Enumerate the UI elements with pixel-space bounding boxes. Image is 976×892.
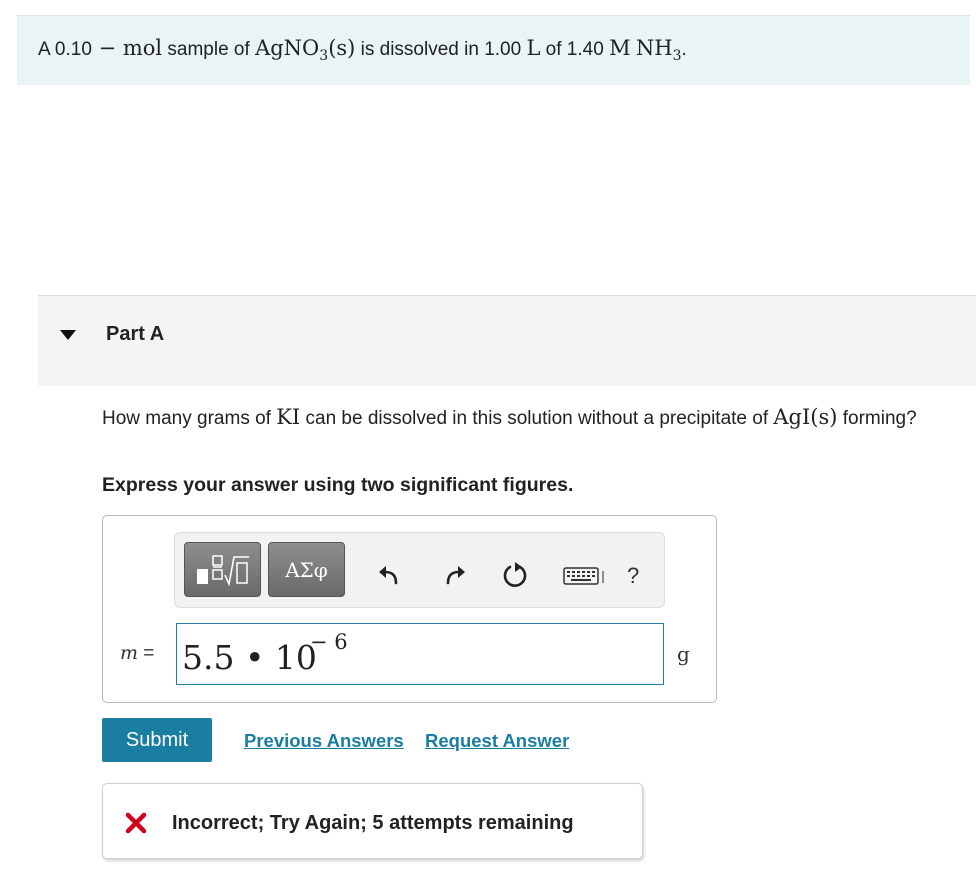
formula-subscript: 3 bbox=[319, 48, 329, 65]
x-icon bbox=[125, 812, 147, 834]
math-toolbar: ΑΣφ ? bbox=[174, 532, 665, 608]
question-after: forming? bbox=[837, 408, 917, 429]
feedback-message: Incorrect; Try Again; 5 attempts remaini… bbox=[102, 783, 643, 859]
problem-statement: A 0.10 − mol sample of AgNO3(s) is disso… bbox=[17, 15, 970, 85]
part-a-header[interactable]: Part A bbox=[38, 295, 976, 386]
previous-answers-link[interactable]: Previous Answers bbox=[244, 730, 404, 752]
instruction-text: Express your answer using two significan… bbox=[102, 474, 574, 496]
formula-state: (s) bbox=[328, 36, 356, 60]
silver-nitrate-formula: AgNO3(s) bbox=[255, 36, 356, 64]
keyboard-icon[interactable] bbox=[563, 566, 605, 586]
ammonia-main: NH bbox=[635, 36, 673, 60]
formula-main: AgNO bbox=[255, 36, 320, 60]
collapse-triangle-icon[interactable] bbox=[60, 330, 76, 340]
dissolved-text: is dissolved in 1.00 bbox=[355, 39, 527, 60]
variable-symbol: m bbox=[120, 642, 139, 664]
ammonia-subscript: 3 bbox=[672, 48, 682, 65]
submit-button[interactable]: Submit bbox=[102, 718, 212, 762]
greek-symbols-button[interactable]: ΑΣφ bbox=[268, 542, 345, 597]
liter-unit: L bbox=[526, 36, 541, 60]
undo-icon[interactable] bbox=[376, 561, 404, 589]
question-middle: can be dissolved in this solution withou… bbox=[300, 408, 774, 429]
feedback-text: Incorrect; Try Again; 5 attempts remaini… bbox=[172, 812, 574, 834]
equals-sign: = bbox=[138, 643, 155, 664]
help-button[interactable]: ? bbox=[627, 563, 647, 591]
question-before: How many grams of bbox=[102, 408, 277, 429]
dash-text: − bbox=[91, 36, 123, 60]
of-text: of 1.40 bbox=[540, 39, 610, 60]
request-answer-link[interactable]: Request Answer bbox=[425, 730, 569, 752]
period-text: . bbox=[681, 39, 687, 60]
molar-unit: M bbox=[609, 36, 631, 60]
templates-icon bbox=[196, 554, 249, 587]
mol-unit: mol bbox=[122, 36, 163, 60]
answer-variable-label: m = bbox=[120, 642, 154, 665]
ki-formula: KI bbox=[276, 405, 301, 429]
part-title: Part A bbox=[106, 323, 165, 345]
answer-exponent: − 6 bbox=[310, 630, 348, 654]
question-text: How many grams of KI can be dissolved in… bbox=[102, 404, 942, 432]
sample-of-text: sample of bbox=[162, 39, 256, 60]
redo-icon[interactable] bbox=[440, 561, 468, 589]
reset-icon[interactable] bbox=[501, 561, 529, 589]
answer-mantissa: 5.5 • 10 bbox=[182, 638, 317, 677]
amount-text: A 0.10 bbox=[38, 39, 92, 60]
ammonia-formula: NH3 bbox=[635, 36, 682, 64]
templates-button[interactable] bbox=[184, 542, 261, 597]
answer-input[interactable]: 5.5 • 10 − 6 bbox=[176, 623, 664, 685]
unit-label: g bbox=[677, 642, 690, 666]
agi-formula: AgI(s) bbox=[773, 405, 838, 429]
answer-box: ΑΣφ ? m = 5.5 • 10 − 6 g bbox=[102, 515, 717, 703]
